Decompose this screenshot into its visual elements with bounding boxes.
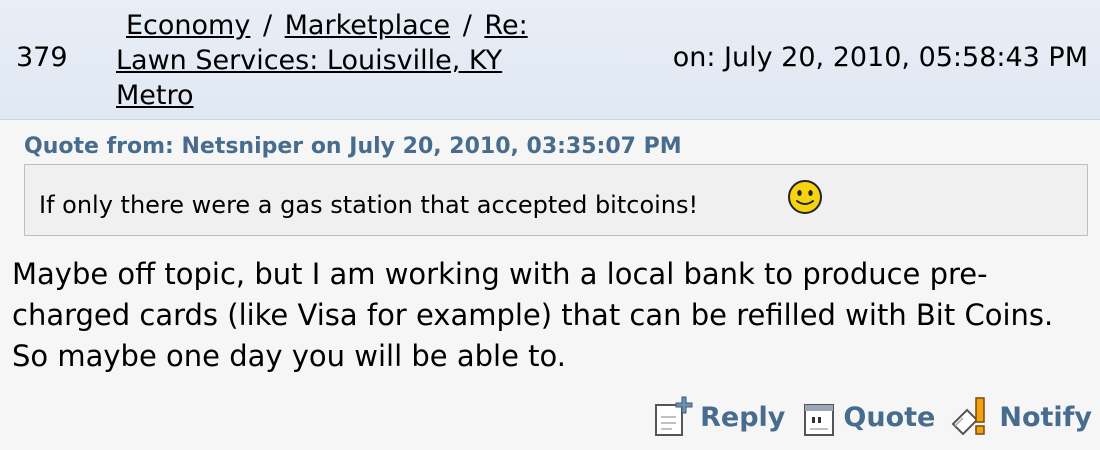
post-header: 379 Economy / Marketplace / Re: Lawn Ser… xyxy=(0,0,1100,120)
post-number: 379 xyxy=(16,42,68,73)
notify-label: Notify xyxy=(999,401,1092,433)
reply-icon xyxy=(655,396,693,436)
breadcrumb: Economy / Marketplace / Re: Lawn Service… xyxy=(116,8,586,113)
notify-button[interactable]: Notify xyxy=(949,394,1092,440)
breadcrumb-economy[interactable]: Economy xyxy=(116,10,250,41)
quote-text: If only there were a gas station that ac… xyxy=(39,191,699,219)
quote-icon xyxy=(804,404,835,436)
quote-header[interactable]: Quote from: Netsniper on July 20, 2010, … xyxy=(24,134,682,159)
notify-icon xyxy=(951,397,986,436)
post-body: Maybe off topic, but I am working with a… xyxy=(12,257,1054,373)
quote-box: If only there were a gas station that ac… xyxy=(24,164,1088,236)
breadcrumb-separator: / xyxy=(262,10,273,41)
smiley-icon xyxy=(788,180,822,214)
post-timestamp: on: July 20, 2010, 05:58:43 PM xyxy=(672,42,1088,73)
post-actions: Reply Quote Notify xyxy=(638,392,1092,442)
breadcrumb-separator: / xyxy=(462,10,472,41)
reply-button[interactable]: Reply xyxy=(652,395,785,439)
quote-label: Quote xyxy=(843,401,936,433)
breadcrumb-marketplace[interactable]: Marketplace xyxy=(285,10,450,41)
reply-label: Reply xyxy=(700,401,786,433)
quote-button[interactable]: Quote xyxy=(799,395,935,439)
